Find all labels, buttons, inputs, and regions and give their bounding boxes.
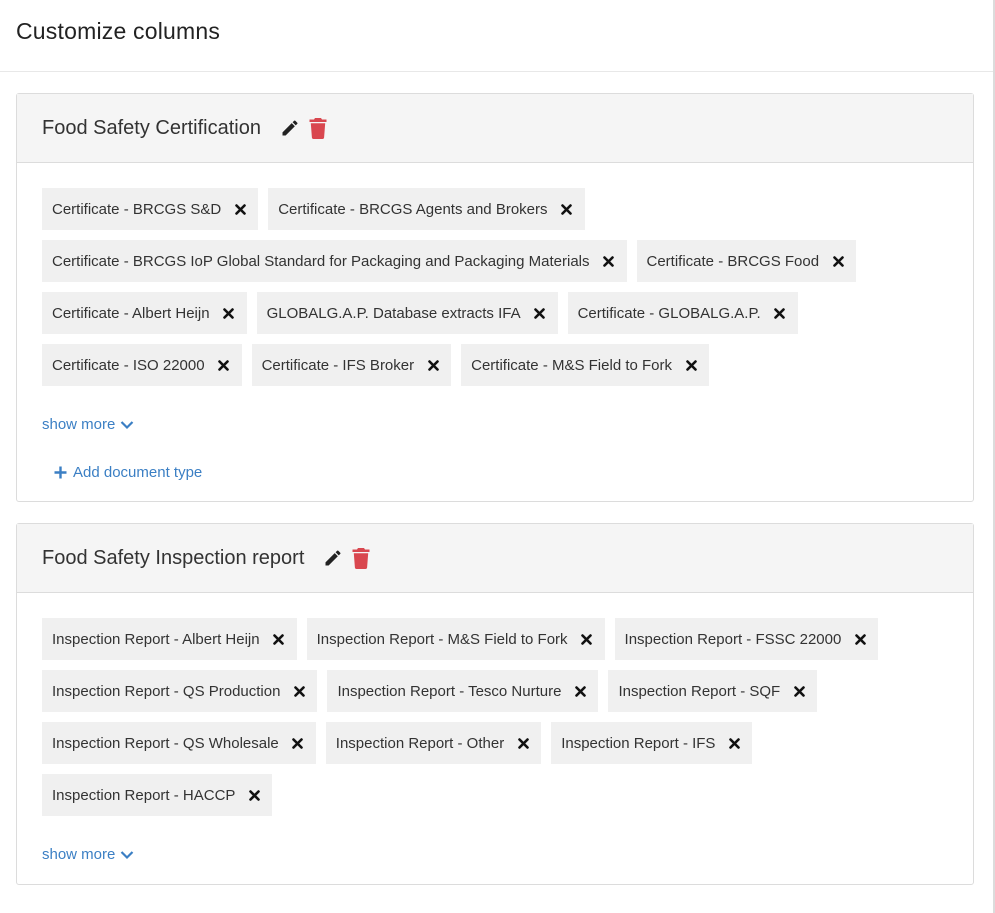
chip-label: Inspection Report - FSSC 22000 xyxy=(624,630,842,648)
plus-icon xyxy=(54,466,67,479)
group-header: Food Safety Inspection report xyxy=(17,524,973,593)
page-title: Customize columns xyxy=(16,18,221,44)
group-body: Inspection Report - Albert Heijn Inspect… xyxy=(17,593,973,884)
show-more-label: show more xyxy=(42,416,116,433)
groups-container: Food Safety Certification Certificate - … xyxy=(0,72,995,885)
close-icon[interactable] xyxy=(602,254,616,268)
close-icon[interactable] xyxy=(233,202,247,216)
close-icon[interactable] xyxy=(533,306,547,320)
document-type-chip: Certificate - BRCGS Food xyxy=(636,240,857,282)
pencil-icon[interactable] xyxy=(322,546,344,570)
document-type-chip: Inspection Report - M&S Field to Fork xyxy=(306,618,605,660)
close-icon[interactable] xyxy=(792,684,806,698)
trash-icon[interactable] xyxy=(307,116,329,140)
add-document-type-label: Add document type xyxy=(73,464,203,481)
document-type-chip: Certificate - IFS Broker xyxy=(251,344,452,386)
add-document-type-button[interactable]: Add document type xyxy=(54,464,948,481)
close-icon[interactable] xyxy=(560,202,574,216)
document-type-chip: Inspection Report - Other xyxy=(325,722,542,764)
document-type-chip: Certificate - BRCGS Agents and Brokers xyxy=(268,188,585,230)
chip-label: Inspection Report - Tesco Nurture xyxy=(337,682,562,700)
column-group-card: Food Safety Certification Certificate - … xyxy=(16,93,974,502)
chevron-down-icon xyxy=(121,420,134,429)
chip-label: Inspection Report - Albert Heijn xyxy=(52,630,260,648)
close-icon[interactable] xyxy=(426,358,440,372)
document-type-chip: Inspection Report - IFS xyxy=(551,722,753,764)
close-icon[interactable] xyxy=(291,736,305,750)
close-icon[interactable] xyxy=(292,684,306,698)
chip-label: Certificate - IFS Broker xyxy=(261,356,415,374)
chip-label: Certificate - BRCGS Agents and Brokers xyxy=(278,200,548,218)
chip-label: GLOBALG.A.P. Database extracts IFA xyxy=(266,304,521,322)
close-icon[interactable] xyxy=(222,306,236,320)
chip-label: Inspection Report - HACCP xyxy=(52,786,236,804)
close-icon[interactable] xyxy=(853,632,867,646)
chip-label: Inspection Report - M&S Field to Fork xyxy=(316,630,568,648)
close-icon[interactable] xyxy=(580,632,594,646)
close-icon[interactable] xyxy=(247,788,261,802)
chip-label: Certificate - Albert Heijn xyxy=(52,304,210,322)
close-icon[interactable] xyxy=(272,632,286,646)
show-more-link[interactable]: show more xyxy=(42,416,134,433)
group-title: Food Safety Certification xyxy=(42,116,261,139)
group-header: Food Safety Certification xyxy=(17,94,973,163)
close-icon[interactable] xyxy=(573,684,587,698)
chip-label: Certificate - GLOBALG.A.P. xyxy=(577,304,761,322)
trash-icon[interactable] xyxy=(350,546,372,570)
document-type-chip: Inspection Report - QS Wholesale xyxy=(42,722,316,764)
chip-label: Inspection Report - SQF xyxy=(618,682,781,700)
chip-label: Inspection Report - Other xyxy=(335,734,505,752)
group-body: Certificate - BRCGS S&D Certificate - BR… xyxy=(17,163,973,501)
chip-label: Inspection Report - QS Production xyxy=(52,682,281,700)
document-type-chip: Certificate - GLOBALG.A.P. xyxy=(567,292,798,334)
chip-label: Inspection Report - QS Wholesale xyxy=(52,734,279,752)
column-group-card: Food Safety Inspection report Inspection… xyxy=(16,523,974,885)
document-type-chip: Certificate - ISO 22000 xyxy=(42,344,242,386)
document-type-chip: GLOBALG.A.P. Database extracts IFA xyxy=(256,292,558,334)
document-type-chip: Inspection Report - Albert Heijn xyxy=(42,618,297,660)
document-type-chip: Certificate - Albert Heijn xyxy=(42,292,247,334)
close-icon[interactable] xyxy=(516,736,530,750)
document-type-chip: Inspection Report - QS Production xyxy=(42,670,318,712)
document-type-chip: Inspection Report - FSSC 22000 xyxy=(614,618,879,660)
chip-label: Certificate - M&S Field to Fork xyxy=(471,356,673,374)
document-type-chip: Inspection Report - HACCP xyxy=(42,774,273,816)
pencil-icon[interactable] xyxy=(279,116,301,140)
document-type-chip: Certificate - BRCGS S&D xyxy=(42,188,259,230)
chip-list: Inspection Report - Albert Heijn Inspect… xyxy=(42,618,948,816)
chip-label: Certificate - BRCGS Food xyxy=(646,252,820,270)
document-type-chip: Certificate - BRCGS IoP Global Standard … xyxy=(42,240,627,282)
show-more-link[interactable]: show more xyxy=(42,846,134,863)
document-type-chip: Certificate - M&S Field to Fork xyxy=(461,344,710,386)
show-more-label: show more xyxy=(42,846,116,863)
close-icon[interactable] xyxy=(684,358,698,372)
chip-label: Certificate - ISO 22000 xyxy=(52,356,205,374)
chip-label: Inspection Report - IFS xyxy=(561,734,716,752)
group-title: Food Safety Inspection report xyxy=(42,546,305,569)
page-header: Customize columns xyxy=(0,0,995,72)
close-icon[interactable] xyxy=(773,306,787,320)
chevron-down-icon xyxy=(121,850,134,859)
close-icon[interactable] xyxy=(831,254,845,268)
chip-list: Certificate - BRCGS S&D Certificate - BR… xyxy=(42,188,948,386)
chip-label: Certificate - BRCGS IoP Global Standard … xyxy=(52,252,590,270)
document-type-chip: Inspection Report - Tesco Nurture xyxy=(327,670,599,712)
chip-label: Certificate - BRCGS S&D xyxy=(52,200,222,218)
document-type-chip: Inspection Report - SQF xyxy=(608,670,818,712)
close-icon[interactable] xyxy=(727,736,741,750)
close-icon[interactable] xyxy=(217,358,231,372)
